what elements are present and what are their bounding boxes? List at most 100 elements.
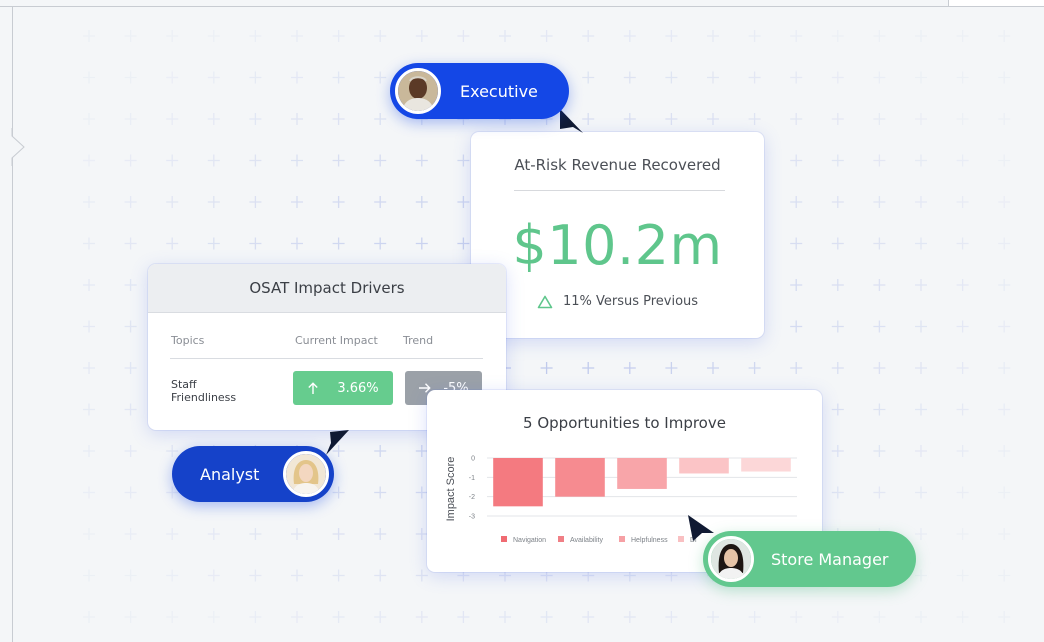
grid-plus-mark: [956, 113, 969, 125]
grid-plus-mark: [207, 30, 220, 42]
grid-plus-mark: [873, 362, 886, 374]
grid-plus-mark: [374, 30, 387, 42]
grid-plus-mark: [831, 320, 844, 333]
current-impact-badge: 3.66%: [293, 371, 393, 405]
grid-plus-mark: [665, 611, 678, 623]
grid-plus-mark: [956, 528, 969, 540]
grid-plus-mark: [124, 528, 137, 540]
grid-plus-mark: [124, 237, 137, 250]
grid-plus-mark: [83, 279, 95, 291]
grid-plus-mark: [998, 362, 1011, 374]
grid-plus-mark: [124, 30, 137, 42]
topic-cell: Staff Friendliness: [171, 378, 237, 404]
grid-plus-mark: [415, 486, 428, 499]
grid-plus-mark: [291, 196, 303, 208]
revenue-change-text: 11% Versus Previous: [562, 294, 699, 309]
grid-plus-mark: [873, 445, 886, 457]
grid-plus-mark: [831, 279, 844, 291]
grid-plus-mark: [707, 362, 719, 374]
grid-plus-mark: [915, 569, 927, 582]
grid-plus-mark: [124, 279, 137, 291]
grid-plus-mark: [457, 30, 470, 42]
grid-plus-mark: [873, 320, 886, 333]
column-header-trend: Trend: [403, 334, 434, 347]
grid-plus-mark: [291, 154, 303, 167]
grid-plus-mark: [415, 237, 428, 250]
grid-plus-mark: [831, 486, 844, 499]
grid-plus-mark: [831, 362, 844, 374]
legend-swatch: [619, 536, 625, 542]
grid-plus-mark: [998, 71, 1011, 84]
grid-plus-mark: [831, 611, 844, 623]
legend-label: Navigation: [513, 537, 546, 544]
store-manager-persona-chip[interactable]: Store Manager: [703, 531, 916, 587]
grid-plus-mark: [374, 196, 387, 208]
analyst-persona-chip[interactable]: Analyst: [172, 446, 334, 502]
grid-plus-mark: [124, 611, 137, 623]
grid-plus-mark: [540, 30, 553, 42]
grid-plus-mark: [956, 486, 969, 499]
grid-plus-mark: [166, 113, 179, 125]
grid-plus-mark: [124, 403, 137, 416]
grid-plus-mark: [831, 237, 844, 250]
grid-plus-mark: [124, 445, 137, 457]
grid-plus-mark: [915, 237, 927, 250]
grid-plus-mark: [831, 113, 844, 125]
grid-plus-mark: [332, 486, 345, 499]
grid-plus-mark: [915, 403, 927, 416]
grid-plus-mark: [873, 30, 886, 42]
grid-plus-mark: [415, 528, 428, 540]
grid-plus-mark: [956, 320, 969, 333]
grid-plus-mark: [915, 196, 927, 208]
grid-plus-mark: [124, 320, 137, 333]
grid-plus-mark: [956, 279, 969, 291]
grid-plus-mark: [998, 445, 1011, 457]
grid-plus-mark: [249, 196, 262, 208]
grid-plus-mark: [998, 279, 1011, 291]
grid-plus-mark: [374, 71, 387, 84]
revenue-change: 11% Versus Previous: [471, 294, 764, 309]
grid-plus-mark: [998, 320, 1011, 333]
grid-plus-mark: [998, 30, 1011, 42]
grid-plus-mark: [665, 362, 678, 374]
grid-plus-mark: [83, 403, 95, 416]
grid-plus-mark: [748, 71, 761, 84]
grid-plus-mark: [124, 71, 137, 84]
grid-plus-mark: [873, 279, 886, 291]
legend-swatch: [501, 536, 507, 542]
osat-card-title: OSAT Impact Drivers: [249, 279, 405, 297]
grid-plus-mark: [207, 237, 220, 250]
grid-plus-mark: [790, 30, 803, 42]
legend-label: Helpfulness: [631, 537, 668, 544]
grid-plus-mark: [707, 611, 719, 623]
y-tick-label: -1: [469, 475, 475, 482]
grid-plus-mark: [291, 30, 303, 42]
grid-plus-mark: [332, 528, 345, 540]
grid-plus-mark: [291, 71, 303, 84]
grid-plus-mark: [457, 611, 470, 623]
grid-plus-mark: [415, 30, 428, 42]
grid-plus-mark: [291, 528, 303, 540]
grid-plus-mark: [540, 362, 553, 374]
grid-plus-mark: [915, 279, 927, 291]
grid-plus-mark: [790, 113, 803, 125]
grid-plus-mark: [83, 30, 95, 42]
chart-bar: [741, 458, 791, 472]
y-tick-label: -2: [469, 494, 475, 501]
grid-plus-mark: [83, 71, 95, 84]
legend-swatch: [558, 536, 564, 542]
grid-plus-mark: [831, 196, 844, 208]
grid-plus-mark: [582, 611, 595, 623]
revenue-card: At-Risk Revenue Recovered $10.2m 11% Ver…: [471, 132, 764, 338]
grid-plus-mark: [998, 486, 1011, 499]
grid-plus-mark: [291, 237, 303, 250]
grid-plus-mark: [332, 30, 345, 42]
executive-label: Executive: [460, 81, 538, 101]
grid-plus-mark: [831, 154, 844, 167]
grid-plus-mark: [790, 611, 803, 623]
executive-persona-chip[interactable]: Executive: [390, 63, 569, 119]
grid-plus-mark: [166, 196, 179, 208]
grid-plus-mark: [499, 611, 511, 623]
grid-plus-mark: [998, 528, 1011, 540]
grid-plus-mark: [124, 362, 137, 374]
